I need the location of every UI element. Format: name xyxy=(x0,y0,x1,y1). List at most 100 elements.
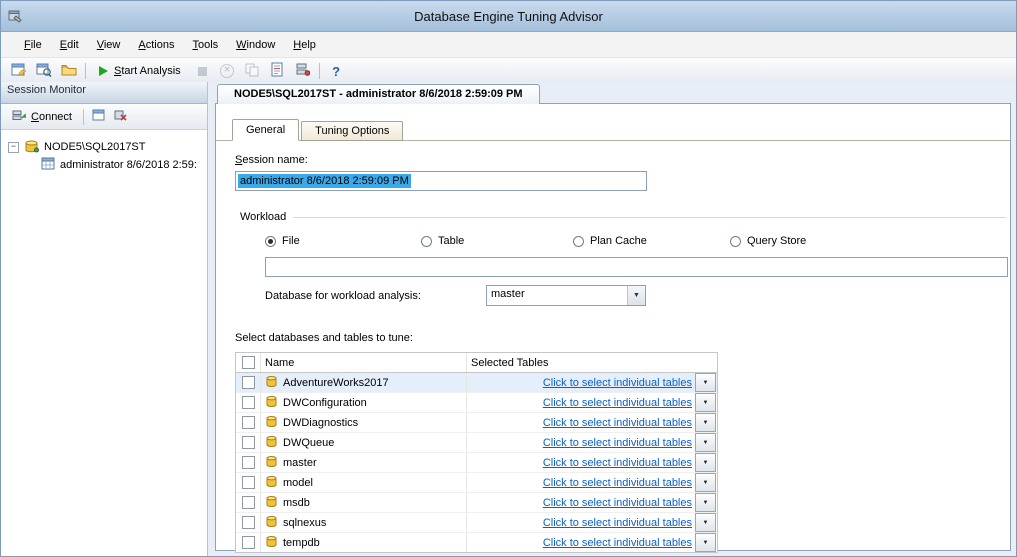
database-name: DWConfiguration xyxy=(283,397,367,409)
radio-button[interactable] xyxy=(265,236,276,247)
toolbar-separator xyxy=(319,63,320,79)
database-checkbox[interactable] xyxy=(242,516,255,529)
database-name: DWQueue xyxy=(283,437,334,449)
dta-window: Database Engine Tuning Advisor FileEditV… xyxy=(0,0,1017,557)
tree-node-session[interactable]: administrator 8/6/2018 2:59: xyxy=(1,156,207,174)
menu-item-tools[interactable]: Tools xyxy=(183,34,227,56)
toolbar-separator xyxy=(83,109,84,125)
title-bar[interactable]: Database Engine Tuning Advisor xyxy=(1,1,1016,32)
database-checkbox[interactable] xyxy=(242,456,255,469)
help-button[interactable]: ? xyxy=(324,59,349,83)
menu-item-file[interactable]: File xyxy=(15,34,51,56)
menu-item-help[interactable]: Help xyxy=(284,34,325,56)
tab-tuning-options[interactable]: Tuning Options xyxy=(301,121,403,141)
database-name: tempdb xyxy=(283,537,320,549)
document-tab[interactable]: NODE5\SQL2017ST - administrator 8/6/2018… xyxy=(217,84,540,104)
new-session-small-button[interactable] xyxy=(88,107,110,127)
database-icon xyxy=(265,495,278,511)
select-tables-link[interactable]: Click to select individual tables xyxy=(543,397,692,409)
radio-button[interactable] xyxy=(421,236,432,247)
tables-dropdown-button[interactable]: ▼ xyxy=(695,413,716,432)
database-icon xyxy=(265,515,278,531)
collapse-icon[interactable]: − xyxy=(8,142,19,153)
stop-analysis-button[interactable] xyxy=(190,59,215,83)
open-session-button[interactable] xyxy=(31,59,56,83)
workload-option-query-store[interactable]: Query Store xyxy=(730,234,806,248)
database-checkbox[interactable] xyxy=(242,396,255,409)
document-panel: General Tuning Options Session name: adm… xyxy=(215,103,1011,551)
select-all-checkbox[interactable] xyxy=(242,356,255,369)
database-checkbox[interactable] xyxy=(242,476,255,489)
select-tables-link[interactable]: Click to select individual tables xyxy=(543,377,692,389)
menu-item-actions[interactable]: Actions xyxy=(129,34,183,56)
tree-node-server[interactable]: − NODE5\SQL2017ST xyxy=(1,138,207,156)
connect-label: Connect xyxy=(31,111,72,123)
session-name-label: Session name: xyxy=(235,154,308,166)
tree-server-label: NODE5\SQL2017ST xyxy=(44,141,146,153)
radio-label: Query Store xyxy=(747,235,806,247)
select-tables-link[interactable]: Click to select individual tables xyxy=(543,437,692,449)
select-tables-link[interactable]: Click to select individual tables xyxy=(543,537,692,549)
selected-tables-cell: Click to select individual tables▼ xyxy=(467,433,717,452)
view-report-button[interactable] xyxy=(265,59,290,83)
database-table: Name Selected Tables AdventureWorks2017C… xyxy=(235,352,718,553)
table-row: DWDiagnostics Click to select individual … xyxy=(236,413,717,433)
database-checkbox[interactable] xyxy=(242,436,255,449)
select-tables-link[interactable]: Click to select individual tables xyxy=(543,457,692,469)
radio-label: Plan Cache xyxy=(590,235,647,247)
copy-icon xyxy=(245,63,259,80)
database-checkbox[interactable] xyxy=(242,376,255,389)
tables-dropdown-button[interactable]: ▼ xyxy=(695,373,716,392)
workload-option-table[interactable]: Table xyxy=(421,234,464,248)
tune-section-label: Select databases and tables to tune: xyxy=(235,332,413,344)
cancel-button[interactable]: ✕ xyxy=(215,59,240,83)
tables-dropdown-button[interactable]: ▼ xyxy=(695,473,716,492)
apply-recommendations-button[interactable] xyxy=(290,59,315,83)
tables-dropdown-button[interactable]: ▼ xyxy=(695,393,716,412)
session-monitor-header: Session Monitor xyxy=(1,82,207,104)
selected-tables-cell: Click to select individual tables▼ xyxy=(467,373,717,392)
select-tables-link[interactable]: Click to select individual tables xyxy=(543,477,692,489)
tables-dropdown-button[interactable]: ▼ xyxy=(695,453,716,472)
session-grid-icon xyxy=(41,157,55,173)
select-tables-link[interactable]: Click to select individual tables xyxy=(543,417,692,429)
tab-strip: General Tuning Options xyxy=(232,119,405,141)
tables-dropdown-button[interactable]: ▼ xyxy=(695,533,716,552)
select-tables-link[interactable]: Click to select individual tables xyxy=(543,497,692,509)
connect-button[interactable]: Connect xyxy=(5,107,79,127)
clone-session-button[interactable] xyxy=(240,59,265,83)
row-checkbox-cell xyxy=(236,433,261,452)
workload-database-dropdown[interactable]: master ▼ xyxy=(486,285,646,306)
start-analysis-button[interactable]: Start Analysis xyxy=(90,59,190,83)
database-name-cell: DWQueue xyxy=(261,433,467,452)
workload-file-input[interactable] xyxy=(265,257,1008,277)
row-checkbox-cell xyxy=(236,513,261,532)
workload-option-plan-cache[interactable]: Plan Cache xyxy=(573,234,647,248)
menu-item-edit[interactable]: Edit xyxy=(51,34,88,56)
database-name-cell: AdventureWorks2017 xyxy=(261,373,467,392)
database-name: DWDiagnostics xyxy=(283,417,358,429)
menu-item-view[interactable]: View xyxy=(88,34,130,56)
database-icon xyxy=(265,395,278,411)
tables-dropdown-button[interactable]: ▼ xyxy=(695,493,716,512)
workload-option-file[interactable]: File xyxy=(265,234,300,248)
import-workload-button[interactable] xyxy=(56,59,81,83)
radio-button[interactable] xyxy=(730,236,741,247)
tab-general[interactable]: General xyxy=(232,119,299,141)
chevron-down-icon[interactable]: ▼ xyxy=(627,286,645,305)
database-checkbox[interactable] xyxy=(242,496,255,509)
database-checkbox[interactable] xyxy=(242,536,255,549)
menu-item-window[interactable]: Window xyxy=(227,34,284,56)
delete-session-button[interactable] xyxy=(110,107,132,127)
tables-dropdown-button[interactable]: ▼ xyxy=(695,513,716,532)
stop-analysis-icon xyxy=(198,67,207,76)
session-name-input[interactable]: administrator 8/6/2018 2:59:09 PM xyxy=(235,171,647,191)
row-checkbox-cell xyxy=(236,493,261,512)
database-checkbox[interactable] xyxy=(242,416,255,429)
select-tables-link[interactable]: Click to select individual tables xyxy=(543,517,692,529)
tables-dropdown-button[interactable]: ▼ xyxy=(695,433,716,452)
new-session-button[interactable] xyxy=(6,59,31,83)
database-icon xyxy=(265,435,278,451)
table-row: modelClick to select individual tables▼ xyxy=(236,473,717,493)
radio-button[interactable] xyxy=(573,236,584,247)
